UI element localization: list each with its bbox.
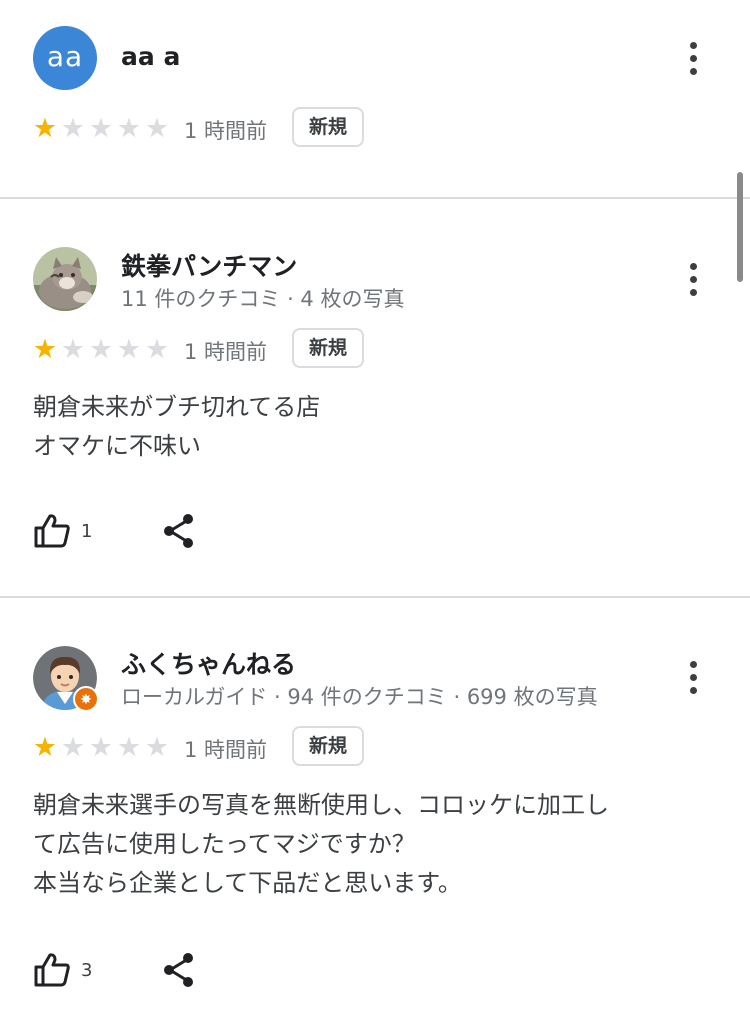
- reviews-page: aa aa a ★ ★ ★ ★ ★ 1 時間前 新規 鉄拳パンチマン 11 件の…: [0, 0, 750, 1010]
- thumb-up-icon: [34, 514, 70, 548]
- person-avatar-icon[interactable]: ✸: [33, 646, 99, 712]
- dot: [689, 288, 697, 296]
- review-time: 1 時間前: [184, 119, 268, 143]
- like-count: 1: [81, 520, 93, 542]
- more-options-icon[interactable]: [676, 655, 710, 699]
- review-text-line: 朝倉未来選手の写真を無断使用し、コロッケに加工し: [33, 791, 609, 819]
- dot: [689, 41, 697, 49]
- dot: [689, 54, 697, 62]
- thumb-up-icon: [34, 953, 70, 987]
- like-button[interactable]: 1: [33, 511, 92, 551]
- review-text-line: て広告に使用したってマジですか？: [33, 830, 416, 858]
- star-icon: ★: [60, 334, 86, 365]
- review-text-line: オマケに不味い: [33, 432, 201, 460]
- new-badge: 新規: [292, 328, 364, 368]
- star-rating: ★ ★ ★ ★ ★: [31, 336, 171, 364]
- star-icon: ★: [116, 732, 142, 763]
- local-guide-badge-icon: ✸: [73, 686, 99, 712]
- star-icon: ★: [32, 732, 58, 763]
- reviewer-meta: ローカルガイド · 94 件のクチコミ · 699 枚の写真: [121, 685, 598, 709]
- cat-avatar-icon[interactable]: [33, 247, 97, 311]
- review-card: ✸ ふくちゃんねる ローカルガイド · 94 件のクチコミ · 699 枚の写真…: [0, 598, 750, 1010]
- new-badge: 新規: [292, 726, 364, 766]
- star-rating: ★ ★ ★ ★ ★: [31, 734, 171, 762]
- dot: [689, 673, 697, 681]
- review-text: 朝倉未来選手の写真を無断使用し、コロッケに加工し て広告に使用したってマジですか…: [33, 786, 723, 903]
- dot: [689, 660, 697, 668]
- share-icon[interactable]: [160, 950, 200, 990]
- star-icon: ★: [88, 732, 114, 763]
- like-button[interactable]: 3: [33, 950, 92, 990]
- more-options-icon[interactable]: [676, 257, 710, 301]
- review-text-line: 本当なら企業として下品だと思います。: [33, 869, 462, 897]
- star-icon: ★: [144, 732, 170, 763]
- new-badge: 新規: [292, 107, 364, 147]
- reviewer-name[interactable]: aa a: [121, 42, 180, 71]
- dot: [689, 686, 697, 694]
- star-icon: ★: [32, 113, 58, 144]
- reviewer-name[interactable]: 鉄拳パンチマン: [121, 247, 297, 283]
- avatar[interactable]: aa: [33, 26, 97, 90]
- dot: [689, 275, 697, 283]
- review-time: 1 時間前: [184, 738, 268, 762]
- scrollbar[interactable]: [737, 172, 743, 282]
- star-rating: ★ ★ ★ ★ ★: [31, 115, 171, 143]
- star-icon: ★: [116, 113, 142, 144]
- star-icon: ★: [88, 113, 114, 144]
- star-icon: ★: [88, 334, 114, 365]
- review-time: 1 時間前: [184, 340, 268, 364]
- reviewer-meta: 11 件のクチコミ · 4 枚の写真: [121, 287, 405, 311]
- like-count: 3: [81, 959, 93, 981]
- star-icon: ★: [32, 334, 58, 365]
- star-icon: ★: [60, 113, 86, 144]
- review-text: 朝倉未来がブチ切れてる店 オマケに不味い: [33, 388, 723, 466]
- star-icon: ★: [116, 334, 142, 365]
- review-card: aa aa a ★ ★ ★ ★ ★ 1 時間前 新規: [0, 0, 750, 198]
- star-icon: ★: [60, 732, 86, 763]
- dot: [689, 262, 697, 270]
- svg-text:✸: ✸: [80, 692, 92, 708]
- share-icon[interactable]: [160, 511, 200, 551]
- dot: [689, 67, 697, 75]
- review-text-line: 朝倉未来がブチ切れてる店: [33, 393, 321, 421]
- reviewer-name[interactable]: ふくちゃんねる: [121, 645, 296, 681]
- star-icon: ★: [144, 113, 170, 144]
- more-options-icon[interactable]: [676, 36, 710, 80]
- review-card: 鉄拳パンチマン 11 件のクチコミ · 4 枚の写真 ★ ★ ★ ★ ★ 1 時間前 新…: [0, 199, 750, 596]
- star-icon: ★: [144, 334, 170, 365]
